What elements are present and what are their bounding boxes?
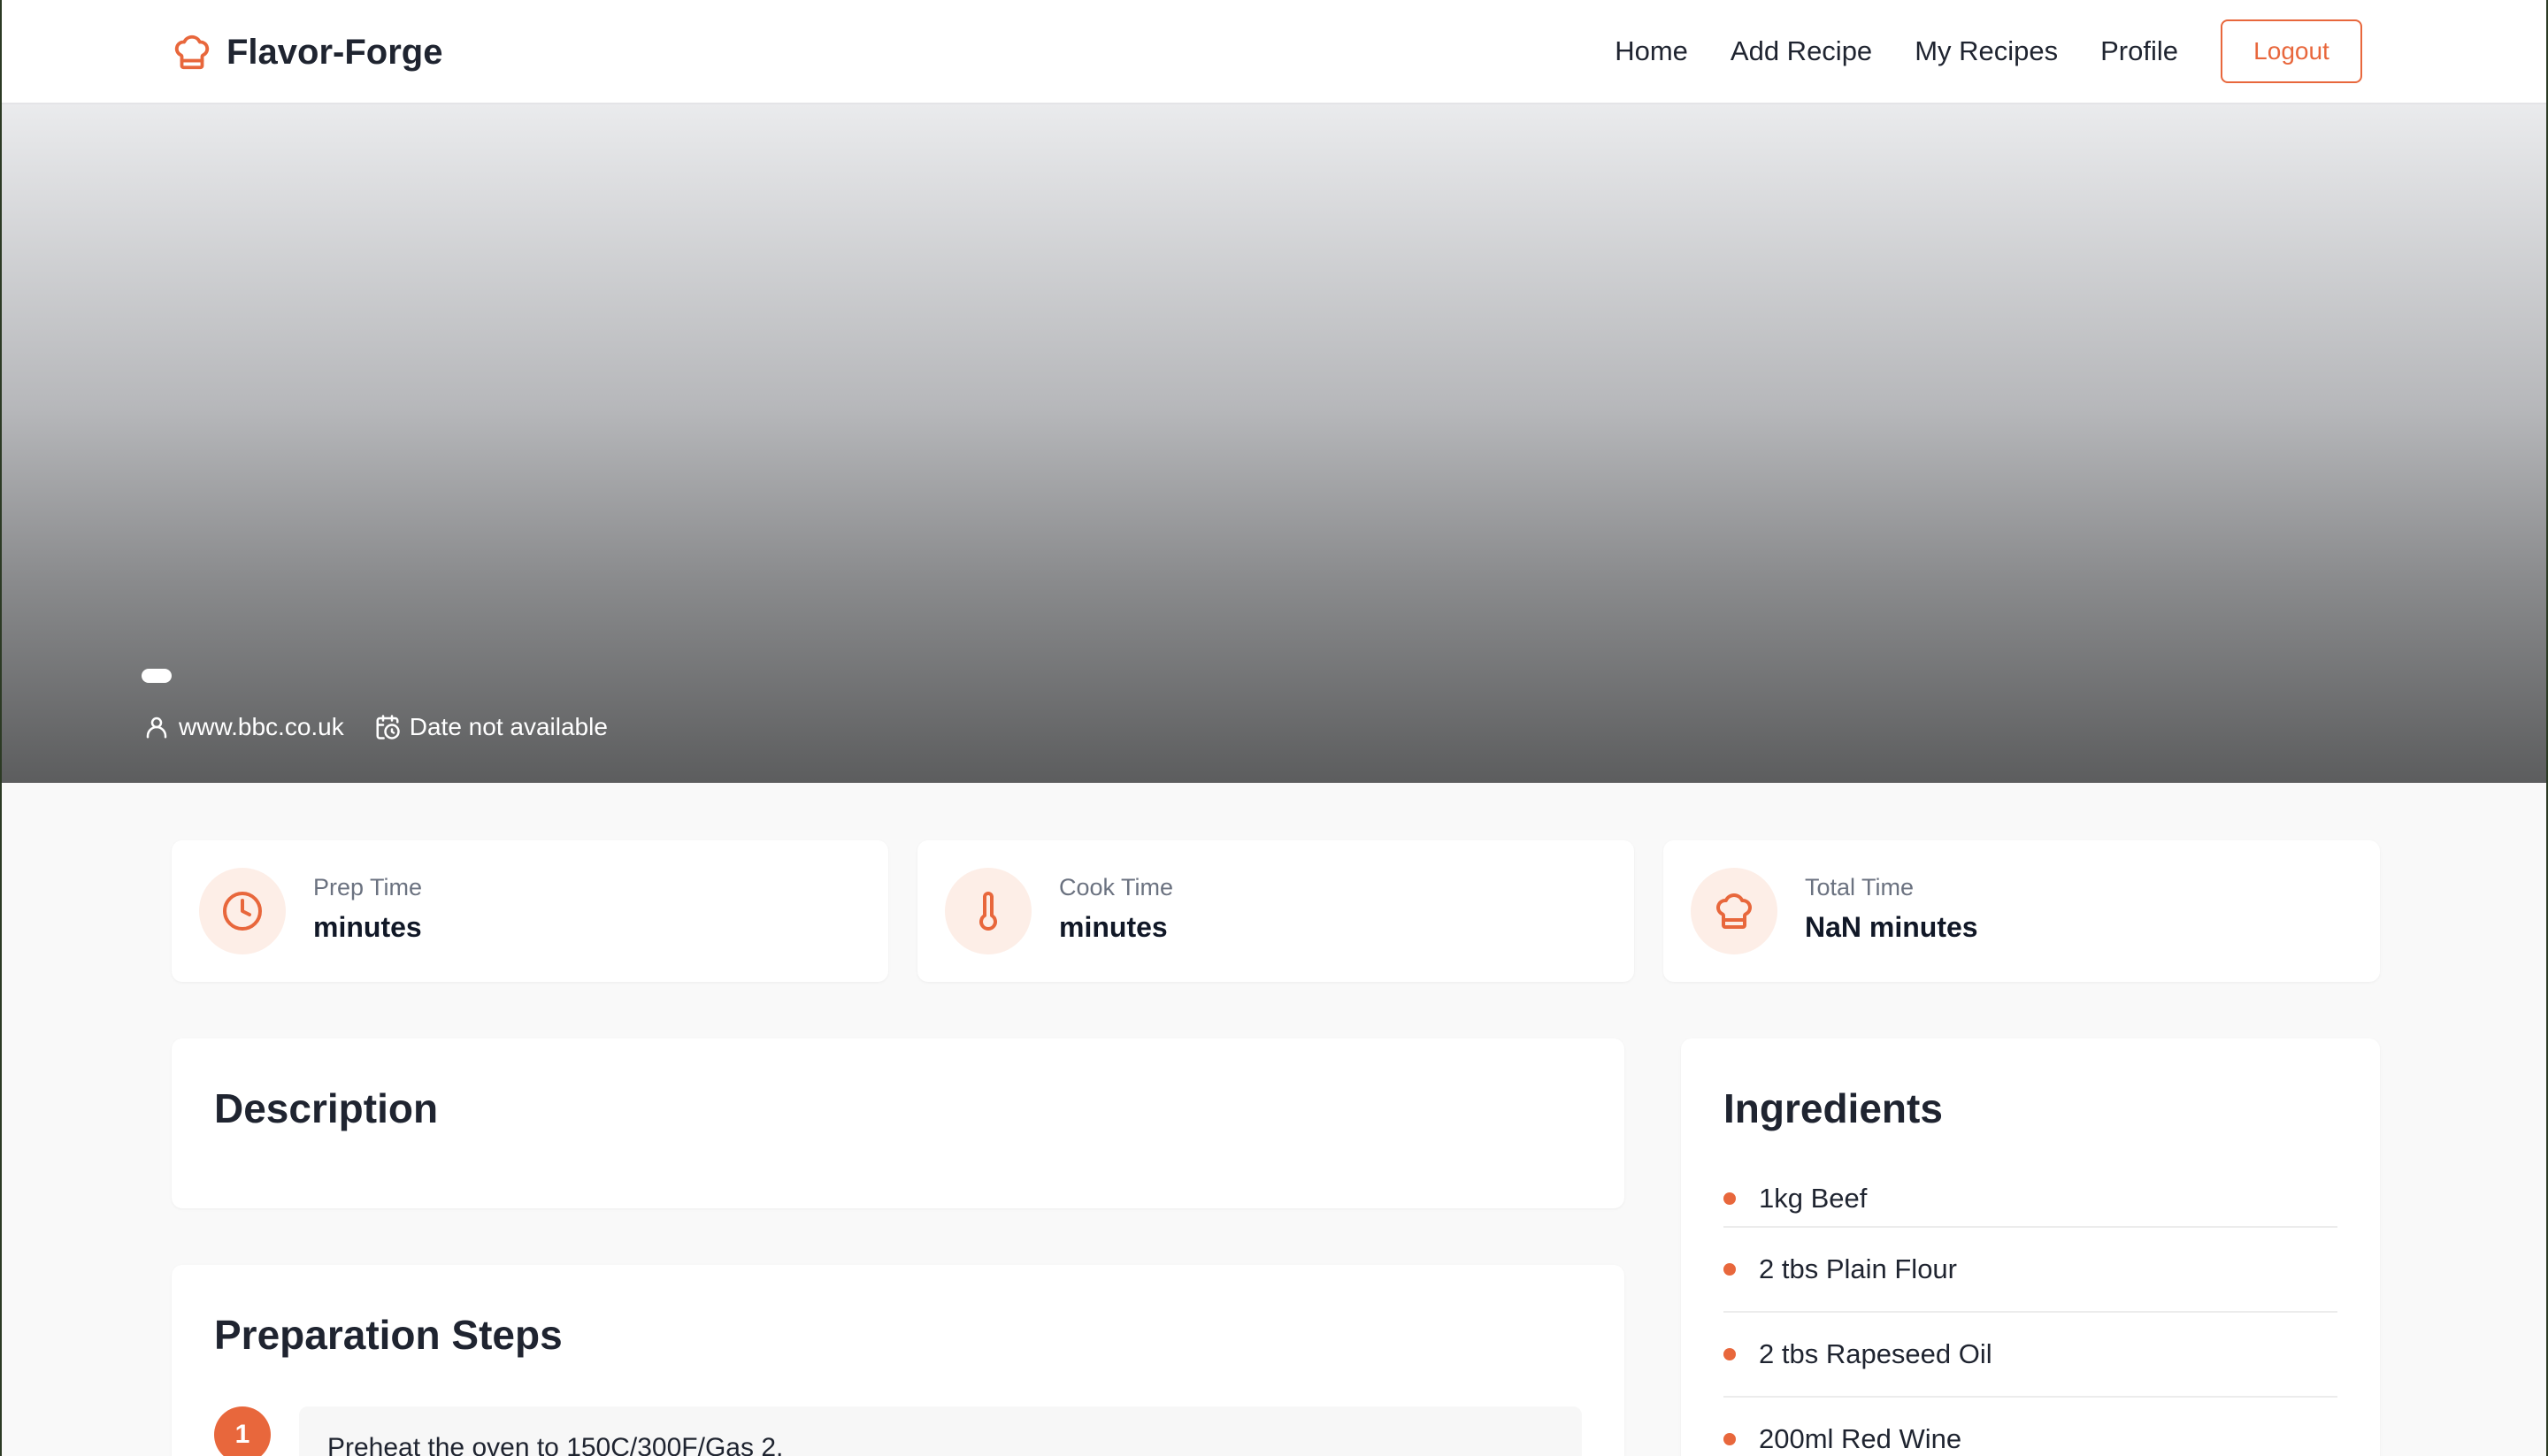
ingredient-text: 2 tbs Rapeseed Oil [1759, 1338, 1992, 1369]
nav-home-link[interactable]: Home [1615, 35, 1688, 67]
author-meta: www.bbc.co.uk [143, 713, 344, 741]
logout-button[interactable]: Logout [2221, 19, 2362, 83]
time-icon-circle [1691, 868, 1777, 954]
step-text: Preheat the oven to 150C/300F/Gas 2. [327, 1433, 784, 1456]
user-icon [146, 717, 167, 739]
prep-time-label: Prep Time [313, 874, 423, 900]
ingredient-text: 2 tbs Plain Flour [1759, 1253, 1957, 1284]
recipe-hero-banner: www.bbc.co.uk Date not available [2, 104, 2546, 783]
time-icon-circle [199, 868, 286, 954]
navbar: Flavor-Forge Home Add Recipe My Recipes … [2, 0, 2546, 104]
bullet-dot [1723, 1433, 1736, 1445]
description-card: Description [172, 1038, 1624, 1208]
total-time-card: Total Time NaN minutes [1663, 840, 2380, 982]
description-title: Description [214, 1085, 439, 1131]
date-meta: Date not available [374, 713, 608, 741]
category-badge [142, 669, 172, 683]
calendar-clock-icon [376, 715, 400, 739]
ingredient-text: 200ml Red Wine [1759, 1423, 1962, 1454]
time-cards: Prep Time minutes Cook Time minutes Tota… [172, 840, 2380, 982]
step-item: 1 Preheat the oven to 150C/300F/Gas 2. [214, 1406, 1582, 1456]
bullet-dot [1723, 1348, 1736, 1360]
ingredient-item: 2 tbs Plain Flour [1723, 1228, 2337, 1313]
total-time-label: Total Time [1805, 874, 1915, 900]
ingredients-card: Ingredients 1kg Beef 2 tbs Plain Flour 2… [1681, 1038, 2380, 1456]
cook-time-card: Cook Time minutes [917, 840, 1634, 982]
step-number-badge: 1 [214, 1406, 271, 1456]
clock-icon [223, 892, 262, 931]
ingredient-item: 200ml Red Wine [1723, 1398, 2337, 1456]
author-text: www.bbc.co.uk [179, 713, 344, 740]
hero-meta: www.bbc.co.uk Date not available [143, 709, 638, 745]
chef-hat-icon [1716, 893, 1752, 929]
prep-time-value: minutes [313, 911, 422, 943]
cook-time-label: Cook Time [1059, 874, 1174, 900]
step-text-box: Preheat the oven to 150C/300F/Gas 2. [299, 1406, 1582, 1456]
app-window: Flavor-Forge Home Add Recipe My Recipes … [2, 0, 2546, 1456]
brand-name: Flavor-Forge [226, 32, 443, 72]
nav-add-recipe-link[interactable]: Add Recipe [1731, 35, 1872, 67]
date-text: Date not available [409, 713, 608, 740]
ingredients-list: 1kg Beef 2 tbs Plain Flour 2 tbs Rapesee… [1723, 1171, 2337, 1456]
bullet-dot [1723, 1192, 1736, 1205]
thermometer-icon [979, 892, 997, 931]
total-time-value: NaN minutes [1805, 911, 1978, 943]
nav-my-recipes-link[interactable]: My Recipes [1915, 35, 2058, 67]
time-icon-circle [945, 868, 1032, 954]
ingredients-title: Ingredients [1723, 1085, 1943, 1131]
ingredient-item: 1kg Beef [1723, 1171, 2337, 1228]
chef-hat-icon [174, 34, 210, 70]
prep-time-card: Prep Time minutes [172, 840, 888, 982]
cook-time-value: minutes [1059, 911, 1168, 943]
ingredient-item: 2 tbs Rapeseed Oil [1723, 1313, 2337, 1398]
nav-links: Home Add Recipe My Recipes Profile Logou… [1615, 19, 2546, 83]
ingredient-text: 1kg Beef [1759, 1183, 1868, 1214]
preparation-steps-card: Preparation Steps 1 Preheat the oven to … [172, 1265, 1624, 1456]
brand-logo[interactable]: Flavor-Forge [172, 30, 442, 74]
nav-profile-link[interactable]: Profile [2100, 35, 2178, 67]
steps-title: Preparation Steps [214, 1312, 563, 1358]
bullet-dot [1723, 1263, 1736, 1276]
